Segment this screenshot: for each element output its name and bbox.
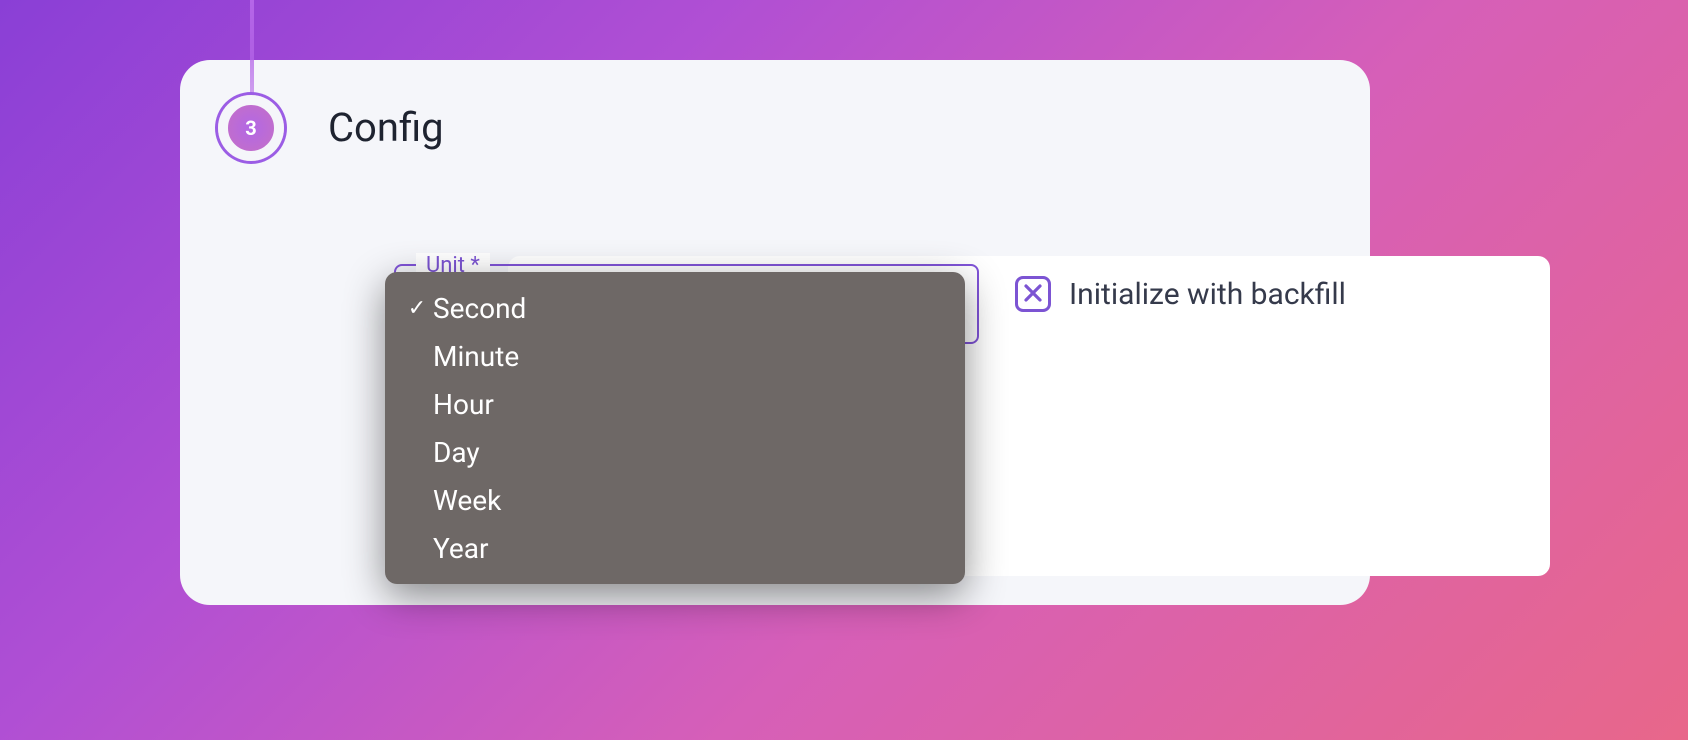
unit-option-label: Week [433, 484, 945, 517]
step-title: Config [328, 104, 444, 151]
step-number-badge: 3 [218, 95, 284, 161]
step-connector-line [250, 0, 254, 97]
backfill-label: Initialize with backfill [1069, 277, 1346, 312]
x-icon [1023, 280, 1043, 308]
backfill-checkbox-container[interactable]: Initialize with backfill [1015, 276, 1346, 312]
unit-option-label: Day [433, 436, 945, 469]
unit-option-day[interactable]: Day [385, 428, 965, 476]
backfill-checkbox[interactable] [1015, 276, 1051, 312]
unit-option-label: Year [433, 532, 945, 565]
unit-option-week[interactable]: Week [385, 476, 965, 524]
check-icon: ✓ [405, 296, 429, 321]
unit-option-label: Hour [433, 388, 945, 421]
unit-option-label: Minute [433, 340, 945, 373]
unit-option-hour[interactable]: Hour [385, 380, 965, 428]
unit-option-minute[interactable]: Minute [385, 332, 965, 380]
step-number: 3 [245, 116, 256, 140]
unit-option-year[interactable]: Year [385, 524, 965, 572]
unit-dropdown-menu[interactable]: ✓ Second Minute Hour Day Week Year [385, 272, 965, 584]
unit-option-second[interactable]: ✓ Second [385, 284, 965, 332]
unit-option-label: Second [433, 292, 945, 325]
